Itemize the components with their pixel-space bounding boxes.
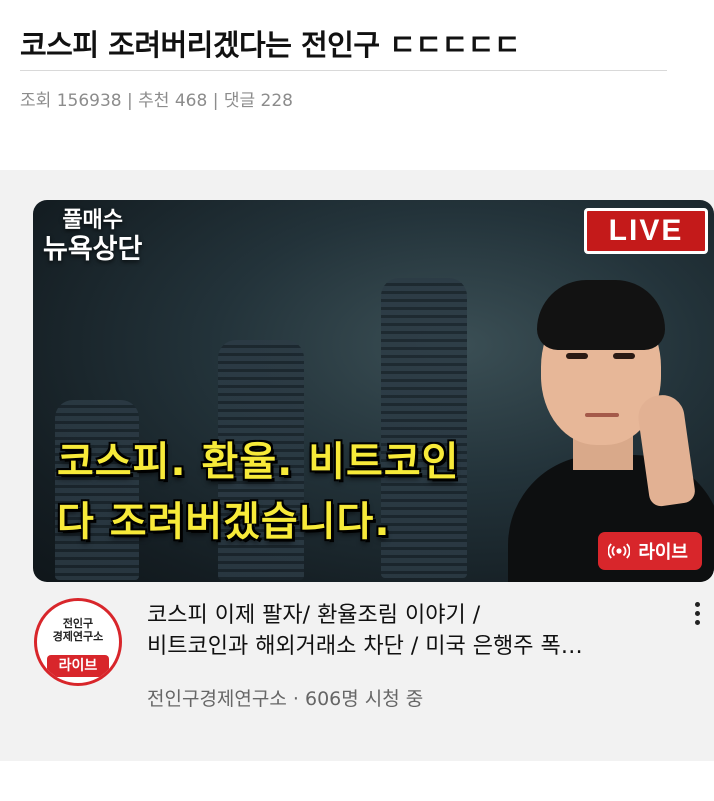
comments-label: 댓글 xyxy=(223,91,256,111)
meta-separator: | xyxy=(212,91,219,111)
recommend-label: 추천 xyxy=(138,91,170,111)
channel-avatar[interactable]: 전인구 경제연구소 라이브 xyxy=(34,598,122,686)
watching-count: 606명 시청 중 xyxy=(304,688,424,710)
meta-separator: | xyxy=(127,91,133,111)
live-pill-label: 라이브 xyxy=(638,542,688,563)
video-title-line2: 비트코인과 해외거래소 차단 / 미국 은행주 폭… xyxy=(147,634,583,659)
thumbnail-badge: 풀매수 뉴욕상단 xyxy=(43,208,142,266)
meta-dot: · xyxy=(292,688,299,710)
badge-line2: 뉴욕상단 xyxy=(43,234,143,265)
more-vertical-icon[interactable] xyxy=(690,602,704,632)
views-label: 조회 xyxy=(20,91,52,111)
avatar-live-tag: 라이브 xyxy=(47,655,109,677)
avatar-name-line1: 전인구 xyxy=(62,617,94,630)
video-meta: 전인구경제연구소 · 606명 시청 중 xyxy=(147,684,423,711)
channel-name[interactable]: 전인구경제연구소 xyxy=(147,688,287,710)
live-pill: 라이브 xyxy=(598,532,702,570)
video-card: 풀매수 뉴욕상단 LIVE 코스피. 환율. 비트코인 다 조려버겠습니다. 라… xyxy=(0,170,714,761)
title-divider xyxy=(20,70,667,71)
video-title-line1: 코스피 이제 팔자/ 환율조림 이야기 / xyxy=(147,603,481,628)
caption-line2: 다 조려버겠습니다. xyxy=(57,499,391,545)
thumbnail-caption: 코스피. 환율. 비트코인 다 조려버겠습니다. xyxy=(57,432,459,552)
post-title: 코스피 조려버리겠다는 전인구 ㄷㄷㄷㄷㄷ xyxy=(20,28,521,62)
post-meta: 조회 156938 | 추천 468 | 댓글 228 xyxy=(20,86,293,111)
video-thumbnail[interactable]: 풀매수 뉴욕상단 LIVE 코스피. 환율. 비트코인 다 조려버겠습니다. 라… xyxy=(33,200,714,582)
video-title[interactable]: 코스피 이제 팔자/ 환율조림 이야기 / 비트코인과 해외거래소 차단 / 미… xyxy=(147,600,677,662)
badge-line1: 풀매수 xyxy=(62,208,124,233)
comments-count: 228 xyxy=(260,91,293,111)
caption-line1: 코스피. 환율. 비트코인 xyxy=(57,439,460,485)
avatar-name-line2: 경제연구소 xyxy=(52,630,104,643)
views-count: 156938 xyxy=(56,91,122,111)
broadcast-icon xyxy=(608,543,631,559)
live-badge: LIVE xyxy=(584,208,708,254)
recommend-count: 468 xyxy=(174,91,208,111)
